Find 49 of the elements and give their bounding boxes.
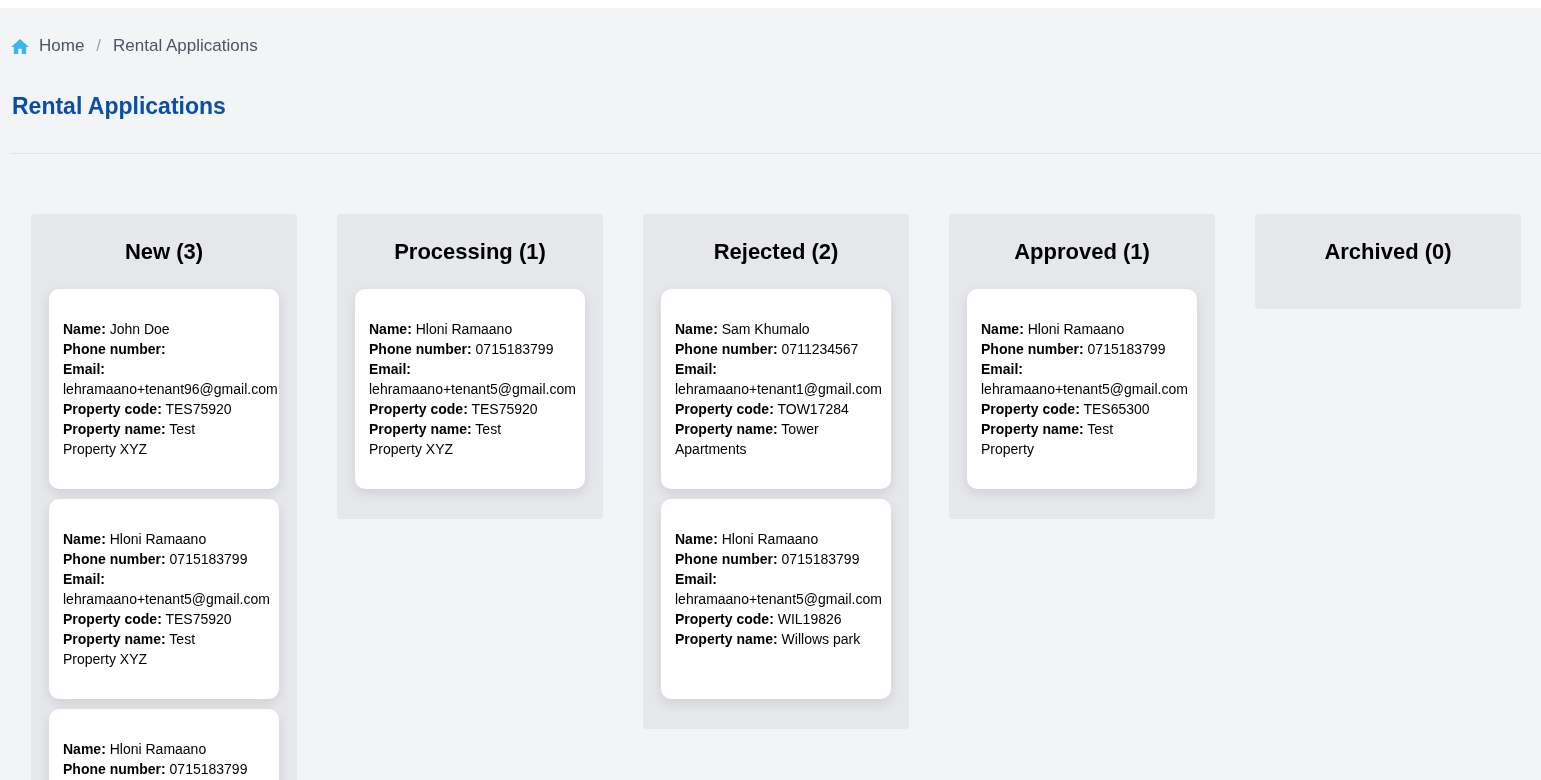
applicant-detail: Name: Hloni Ramaano bbox=[63, 530, 208, 549]
home-icon bbox=[11, 38, 29, 54]
applicant-detail: Email: lehramaano+tenant5@gmail.com bbox=[63, 570, 270, 609]
applicant-detail: Property name: Test Property XYZ bbox=[369, 420, 502, 459]
applicant-detail: Property name: Test Property XYZ bbox=[63, 630, 196, 669]
breadcrumb-separator: / bbox=[95, 35, 103, 57]
applicant-detail: Property code: TES75920 bbox=[63, 400, 233, 419]
application-card[interactable]: Name: Hloni Ramaano Phone number: 0715183799 Email: lehramaano+tenant5@gmail.com Property code: TES75920 Property name: Test Property XYZ bbox=[49, 499, 279, 699]
applicant-detail: Email: lehramaano+tenant1@gmail.com bbox=[675, 360, 882, 399]
applicant-detail: Phone number: 0715183799 bbox=[63, 550, 249, 569]
applicant-detail: Name: John Doe bbox=[63, 320, 171, 339]
applicant-detail: Property name: Tower Apartments bbox=[675, 420, 820, 459]
applicant-detail: Email: lehramaano+tenant5@gmail.com bbox=[369, 360, 576, 399]
applicant-detail: Property code: TES65300 bbox=[981, 400, 1151, 419]
applicant-detail: Phone number: 0715183799 bbox=[369, 340, 555, 359]
applicant-detail: Property name: Test Property XYZ bbox=[63, 420, 196, 459]
applicant-detail: Phone number: 0715183799 bbox=[675, 550, 861, 569]
applicant-detail: Property code: WIL19826 bbox=[675, 610, 843, 629]
applicant-detail: Property name: Test Property bbox=[981, 420, 1114, 459]
column-title: Processing (1) bbox=[393, 238, 547, 266]
column-title: Approved (1) bbox=[1013, 238, 1151, 266]
column-title: Rejected (2) bbox=[712, 238, 840, 266]
applicant-detail: Phone number: bbox=[63, 340, 167, 359]
breadcrumb-home-link[interactable]: Home bbox=[11, 34, 85, 58]
column-title: New (3) bbox=[123, 238, 205, 266]
applicant-detail: Property code: TOW17284 bbox=[675, 400, 850, 419]
applicant-detail: Property code: TES75920 bbox=[63, 610, 233, 629]
applicant-detail: Phone number: 0715183799 bbox=[981, 340, 1167, 359]
application-card[interactable]: Name: Hloni Ramaano Phone number: 0715183799 Email: lehramaano+tenant5@gmail.com Property code: TES65300 Property name: Test Property bbox=[967, 289, 1197, 489]
applicant-detail: Property code: TES75920 bbox=[369, 400, 539, 419]
applicant-detail: Phone number: 0715183799 bbox=[63, 760, 249, 779]
applicant-detail: Name: Hloni Ramaano bbox=[675, 530, 820, 549]
breadcrumb-current: Rental Applications bbox=[113, 35, 258, 57]
application-card[interactable]: Name: Hloni Ramaano Phone number: 0715183799 Email: lehramaano+tenant5@gmail.com Property code: WIL19826 Property name: Willows park bbox=[661, 499, 891, 699]
column-title: Archived (0) bbox=[1323, 238, 1453, 266]
applicant-detail: Phone number: 0711234567 bbox=[675, 340, 860, 359]
application-card[interactable]: Name: Sam Khumalo Phone number: 0711234567 Email: lehramaano+tenant1@gmail.com Property code: TOW17284 Property name: Tower Apartments bbox=[661, 289, 891, 489]
applicant-detail: Name: Hloni Ramaano bbox=[981, 320, 1126, 339]
applicant-detail: Name: Sam Khumalo bbox=[675, 320, 811, 339]
application-card[interactable]: Name: Hloni Ramaano Phone number: 0715183799 bbox=[49, 709, 279, 780]
applicant-detail: Property name: Willows park bbox=[675, 630, 862, 649]
applicant-detail: Email: lehramaano+tenant5@gmail.com bbox=[981, 360, 1188, 399]
applicant-detail: Name: Hloni Ramaano bbox=[63, 740, 208, 759]
application-card[interactable]: Name: John Doe Phone number: Email: lehramaano+tenant96@gmail.com Property code: TES75920 Property name: Test Property XYZ bbox=[49, 289, 279, 489]
application-card[interactable]: Name: Hloni Ramaano Phone number: 0715183799 Email: lehramaano+tenant5@gmail.com Property code: TES75920 Property name: Test Property XYZ bbox=[355, 289, 585, 489]
page-title: Rental Applications bbox=[11, 92, 226, 121]
applicant-detail: Name: Hloni Ramaano bbox=[369, 320, 514, 339]
applicant-detail: Email: lehramaano+tenant5@gmail.com bbox=[675, 570, 882, 609]
applicant-detail: Email: lehramaano+tenant96@gmail.com bbox=[63, 360, 278, 399]
